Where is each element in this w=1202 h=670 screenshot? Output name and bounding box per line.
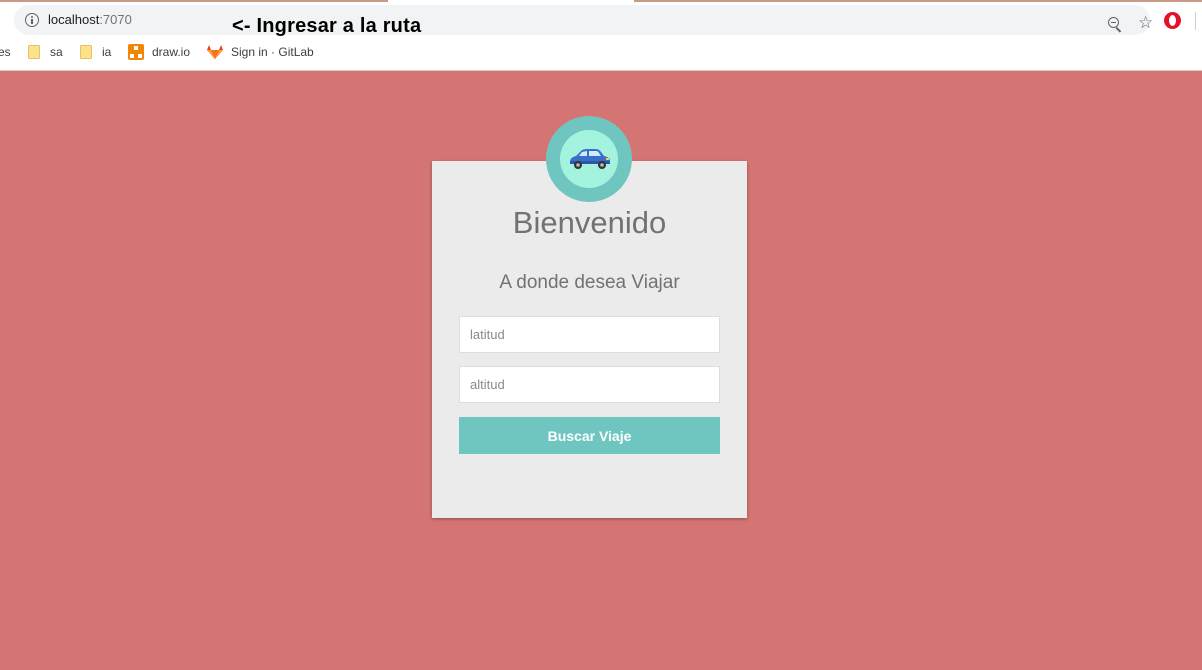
toolbar-divider [1195, 12, 1196, 30]
tab-strip-segment [634, 0, 1202, 2]
folder-icon [28, 45, 40, 59]
bookmark-label: draw.io [152, 45, 191, 59]
url-host: localhost [48, 12, 100, 27]
bookmark-label: Sign in · GitLab [231, 45, 314, 59]
altitude-input[interactable] [459, 366, 720, 403]
page-subtitle: A donde desea Viajar [499, 272, 680, 293]
bookmark-item[interactable]: es [0, 42, 11, 62]
avatar-inner-circle [560, 130, 618, 188]
folder-icon [80, 45, 92, 59]
route-annotation: <- Ingresar a la ruta [232, 15, 422, 37]
drawio-icon [128, 44, 144, 60]
latitude-input[interactable] [459, 316, 720, 353]
opera-icon[interactable] [1164, 12, 1181, 29]
url-text[interactable]: localhost:7070 [48, 12, 132, 27]
tab-strip-segment [0, 0, 388, 2]
gitlab-icon [207, 45, 223, 59]
car-icon [570, 149, 610, 169]
page-title: Bienvenido [512, 205, 667, 240]
url-port: :7070 [99, 12, 132, 27]
star-icon[interactable]: ☆ [1138, 14, 1153, 31]
bookmark-drawio[interactable]: draw.io [128, 42, 190, 62]
bookmark-gitlab[interactable]: Sign in · GitLab [207, 42, 314, 62]
bookmark-label: ia [102, 45, 112, 59]
avatar [546, 116, 632, 202]
zoom-out-icon[interactable] [1108, 17, 1119, 28]
browser-chrome: localhost:7070 ☆ <- Ingresar a la ruta e… [0, 0, 1202, 71]
bookmarks-bar: es sa ia draw.io Sign in · GitLab [0, 42, 1202, 62]
bookmark-folder-ia[interactable]: ia [80, 42, 111, 62]
bookmark-label: es [0, 45, 11, 59]
bookmark-folder-sa[interactable]: sa [28, 42, 63, 62]
address-bar[interactable]: localhost:7070 ☆ [14, 5, 1153, 35]
search-trip-button[interactable]: Buscar Viaje [459, 417, 720, 454]
tab-strip [0, 0, 1202, 3]
info-icon[interactable] [25, 13, 39, 27]
bookmark-label: sa [50, 45, 63, 59]
